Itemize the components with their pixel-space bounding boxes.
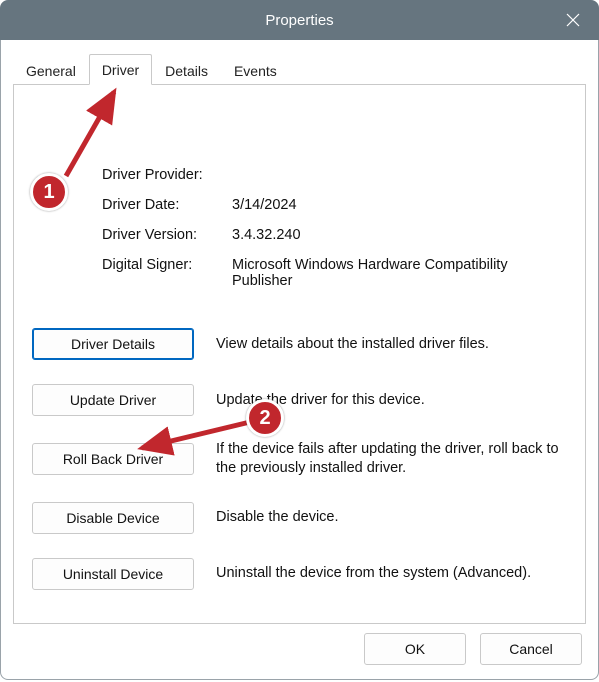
driver-version-value: 3.4.32.240 [232,227,560,243]
driver-date-value: 3/14/2024 [232,197,560,213]
tab-general[interactable]: General [13,55,89,85]
driver-date-label: Driver Date: [102,197,232,213]
tab-driver[interactable]: Driver [89,54,152,85]
update-driver-button[interactable]: Update Driver [32,384,194,416]
dialog-client-area: General Driver Details Events Driver Pro… [0,40,599,680]
uninstall-device-desc: Uninstall the device from the system (Ad… [216,564,567,583]
disable-device-desc: Disable the device. [216,508,567,527]
close-icon [566,13,580,27]
driver-tab-panel: Driver Provider: Driver Date: 3/14/2024 … [13,84,586,624]
annotation-badge-1: 1 [30,173,68,211]
titlebar: Properties [0,0,599,40]
tab-events[interactable]: Events [221,55,290,85]
tab-details[interactable]: Details [152,55,221,85]
driver-details-desc: View details about the installed driver … [216,335,567,354]
driver-actions: Driver Details View details about the in… [32,328,567,590]
tab-strip: General Driver Details Events [13,50,586,84]
driver-details-button[interactable]: Driver Details [32,328,194,360]
cancel-button[interactable]: Cancel [480,633,582,665]
annotation-badge-2: 2 [246,399,284,437]
uninstall-device-button[interactable]: Uninstall Device [32,558,194,590]
window-title: Properties [265,12,333,29]
roll-back-driver-desc: If the device fails after updating the d… [216,440,567,478]
driver-provider-value [232,167,560,183]
driver-version-label: Driver Version: [102,227,232,243]
digital-signer-label: Digital Signer: [102,257,232,289]
digital-signer-value: Microsoft Windows Hardware Compatibility… [232,257,560,289]
window-close-button[interactable] [557,4,589,36]
driver-provider-label: Driver Provider: [102,167,232,183]
driver-info-block: Driver Provider: Driver Date: 3/14/2024 … [102,167,560,303]
disable-device-button[interactable]: Disable Device [32,502,194,534]
dialog-footer: OK Cancel [364,633,582,665]
roll-back-driver-button[interactable]: Roll Back Driver [32,443,194,475]
ok-button[interactable]: OK [364,633,466,665]
